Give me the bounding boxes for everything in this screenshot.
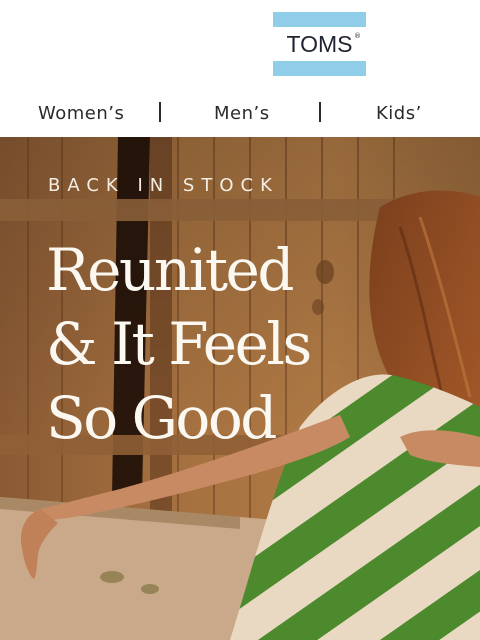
- main-nav: Women’s Men’s Kids’: [0, 92, 480, 137]
- nav-item-mens[interactable]: Men’s: [214, 102, 270, 126]
- nav-item-kids[interactable]: Kids’: [376, 102, 422, 126]
- logo-stripe-bottom: [273, 61, 366, 76]
- headline-line: & It Feels: [46, 310, 312, 378]
- logo-stripe-top: [273, 12, 366, 27]
- hero-banner[interactable]: BACK IN STOCK Reunited & It Feels So Goo…: [0, 137, 480, 640]
- nav-item-womens[interactable]: Women’s: [38, 102, 124, 126]
- registered-mark: ®: [354, 32, 361, 40]
- site-header: TOMS ®: [0, 0, 480, 92]
- headline-line: Reunited: [46, 236, 295, 304]
- toms-logo[interactable]: TOMS ®: [273, 12, 366, 76]
- nav-divider: [319, 102, 321, 122]
- headline-line: So Good: [46, 384, 277, 452]
- hero-kicker: BACK IN STOCK: [48, 175, 279, 196]
- logo-wordmark: TOMS: [286, 31, 353, 57]
- nav-divider: [159, 102, 161, 122]
- hero-headline: Reunited & It Feels So Good: [46, 233, 312, 455]
